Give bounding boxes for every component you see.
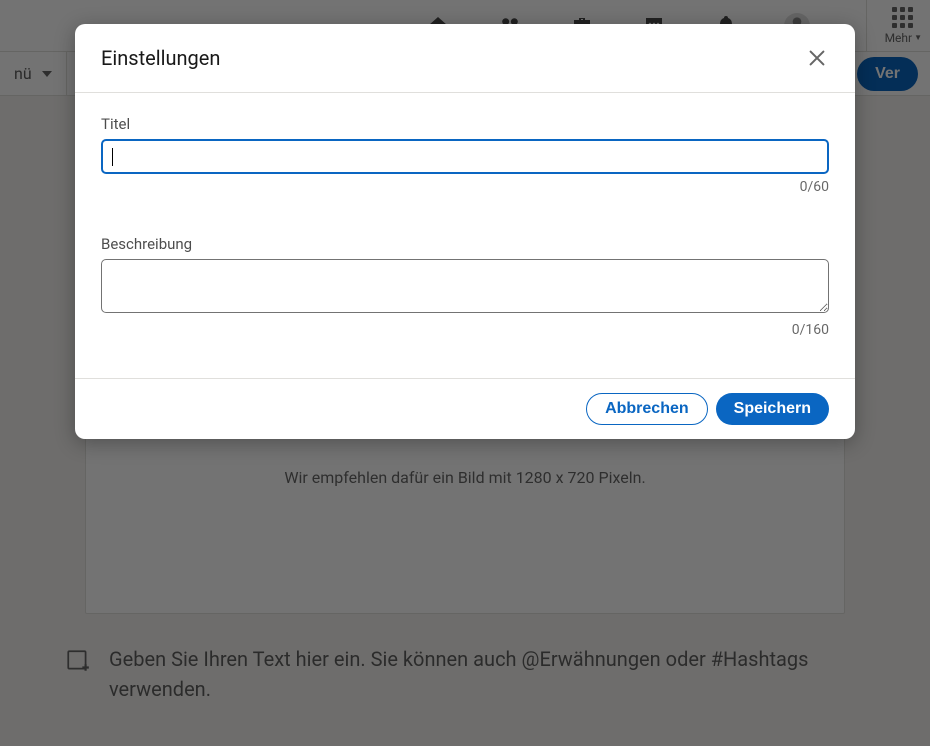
description-char-count: 0/160 <box>101 322 829 338</box>
title-char-count: 0/60 <box>101 179 829 195</box>
modal-overlay: Einstellungen Titel 0/60 Beschreibung 0/… <box>0 0 930 746</box>
title-input[interactable] <box>101 139 829 174</box>
description-input[interactable] <box>101 259 829 313</box>
cancel-button[interactable]: Abbrechen <box>586 393 708 425</box>
modal-title: Einstellungen <box>101 46 220 70</box>
description-label: Beschreibung <box>101 235 829 253</box>
close-button[interactable] <box>801 42 833 74</box>
title-label: Titel <box>101 115 829 133</box>
text-cursor <box>112 148 113 166</box>
settings-modal: Einstellungen Titel 0/60 Beschreibung 0/… <box>75 24 855 439</box>
save-button[interactable]: Speichern <box>716 393 829 425</box>
